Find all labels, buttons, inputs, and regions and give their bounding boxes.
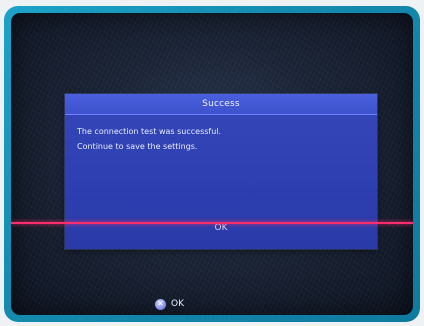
confirm-hint[interactable]: ✕ OK [155,297,184,311]
cross-button-icon: ✕ [155,298,166,310]
confirm-hint-label: OK [171,299,184,309]
dialog-title: Success [65,94,377,115]
success-dialog: Success The connection test was successf… [65,94,377,249]
screen-frame: Success The connection test was successf… [4,6,420,322]
screen: Success The connection test was successf… [11,13,413,315]
dialog-message-line: The connection test was successful. [77,127,222,136]
dialog-message-line: Continue to save the settings. [77,142,198,151]
device-bezel: Success The connection test was successf… [0,0,424,326]
dialog-message: The connection test was successful. Cont… [65,115,377,154]
ok-button[interactable]: OK [65,218,377,238]
